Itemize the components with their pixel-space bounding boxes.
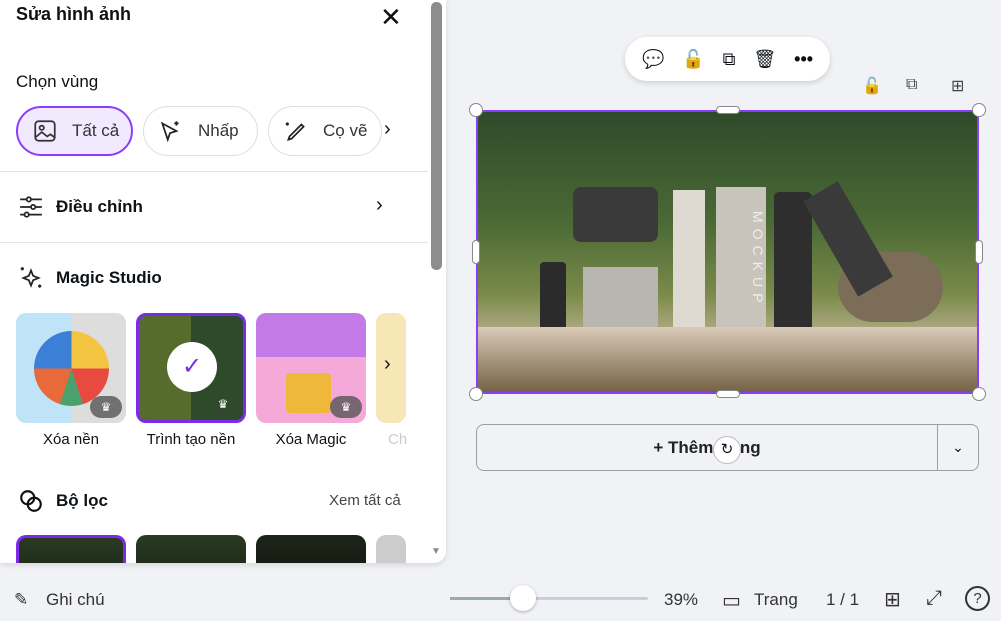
check-icon: ✓ xyxy=(167,342,217,392)
filter-tile[interactable] xyxy=(136,535,246,563)
product-box-text: MOCKUP xyxy=(716,187,766,332)
tool-magic-eraser[interactable]: ♛ xyxy=(256,313,366,423)
comment-add-icon[interactable]: 💬 xyxy=(642,49,664,70)
unlock-icon[interactable]: 🔓 xyxy=(682,49,704,70)
divider xyxy=(0,171,428,172)
chip-label: Tất cả xyxy=(72,121,119,141)
add-page-label[interactable]: + Thêm trang xyxy=(477,425,937,470)
crown-icon: ♛ xyxy=(90,396,122,418)
resize-handle[interactable] xyxy=(716,390,740,398)
resize-handle[interactable] xyxy=(972,387,986,401)
footer-bar: ✎ Ghi chú 39% ▭ Trang 1 / 1 ⊞ ⤢ ? xyxy=(0,563,1001,621)
panel-title: Sửa hình ảnh xyxy=(16,4,131,25)
crown-icon: ♛ xyxy=(330,396,362,418)
design-image[interactable]: MOCKUP xyxy=(476,110,979,394)
grid-view-icon[interactable]: ⊞ xyxy=(884,587,901,612)
notes-icon[interactable]: ✎ xyxy=(14,590,28,610)
tool-label: Xóa nền xyxy=(6,431,136,448)
filter-tile[interactable] xyxy=(256,535,366,563)
select-area-label: Chọn vùng xyxy=(16,72,98,92)
chevron-right-icon[interactable]: › xyxy=(376,194,383,217)
chip-all[interactable]: Tất cả xyxy=(16,106,133,156)
divider xyxy=(0,242,428,243)
sliders-icon xyxy=(18,194,44,220)
chip-brush[interactable]: Cọ vẽ xyxy=(268,106,382,156)
tool-background-generator[interactable]: ✓ ♛ xyxy=(136,313,246,423)
see-all-link[interactable]: Xem tất cả xyxy=(329,492,401,509)
chevron-right-icon[interactable]: › xyxy=(384,353,391,376)
magic-studio-label: Magic Studio xyxy=(56,268,162,288)
close-icon[interactable]: ✕ xyxy=(380,2,402,33)
resize-handle[interactable] xyxy=(972,103,986,117)
adjust-label[interactable]: Điều chỉnh xyxy=(56,197,143,217)
add-page-icon[interactable]: ⊞ xyxy=(951,76,964,96)
filter-tile[interactable] xyxy=(16,535,126,563)
unlock-icon[interactable]: 🔓 xyxy=(862,76,882,96)
chip-click[interactable]: Nhấp xyxy=(143,106,258,156)
magic-brush-icon xyxy=(283,118,309,144)
tool-next[interactable]: › xyxy=(376,313,406,423)
chevron-down-icon[interactable]: ⌄ xyxy=(937,425,978,470)
scrollbar[interactable] xyxy=(431,2,442,270)
chip-label: Cọ vẽ xyxy=(323,121,367,141)
crown-icon: ♛ xyxy=(207,393,239,415)
image-icon xyxy=(32,118,58,144)
chevron-right-icon[interactable]: › xyxy=(384,118,391,141)
page-count: 1 / 1 xyxy=(826,590,859,610)
page-view-button[interactable]: Trang xyxy=(754,590,798,610)
filter-tile[interactable] xyxy=(376,535,406,563)
help-icon[interactable]: ? xyxy=(965,586,990,611)
resize-handle[interactable] xyxy=(469,387,483,401)
sparkles-icon xyxy=(18,265,44,291)
duplicate-icon[interactable]: ⧉ xyxy=(906,76,917,94)
resize-handle[interactable] xyxy=(469,103,483,117)
tool-remove-background[interactable]: ♛ xyxy=(16,313,126,423)
fullscreen-icon[interactable]: ⤢ xyxy=(926,587,942,610)
zoom-slider-thumb[interactable] xyxy=(510,585,536,611)
filter-icon xyxy=(18,488,44,514)
magic-cursor-icon xyxy=(158,118,184,144)
element-toolbar: 💬 🔓 ⧉ 🗑 ••• xyxy=(625,37,830,81)
rotate-icon[interactable]: ↻ xyxy=(713,436,741,464)
filters-label: Bộ lọc xyxy=(56,491,108,511)
trash-icon[interactable]: 🗑 xyxy=(753,49,776,70)
resize-handle[interactable] xyxy=(975,240,983,264)
zoom-slider[interactable] xyxy=(450,597,648,600)
zoom-level[interactable]: 39% xyxy=(664,590,698,610)
page-view-icon[interactable]: ▭ xyxy=(722,588,741,613)
chip-label: Nhấp xyxy=(198,121,239,141)
resize-handle[interactable] xyxy=(472,240,480,264)
duplicate-icon[interactable]: ⧉ xyxy=(723,49,736,70)
more-icon[interactable]: ••• xyxy=(794,49,813,70)
tool-label: Ch xyxy=(388,431,428,448)
notes-button[interactable]: Ghi chú xyxy=(46,590,105,610)
tool-label: Trình tạo nền xyxy=(126,431,256,448)
tool-label: Xóa Magic xyxy=(246,431,376,448)
scroll-down-arrow[interactable]: ▼ xyxy=(431,546,441,557)
resize-handle[interactable] xyxy=(716,106,740,114)
edit-image-panel: Sửa hình ảnh ✕ ▼ Chọn vùng Tất cả Nhấp C… xyxy=(0,0,446,563)
